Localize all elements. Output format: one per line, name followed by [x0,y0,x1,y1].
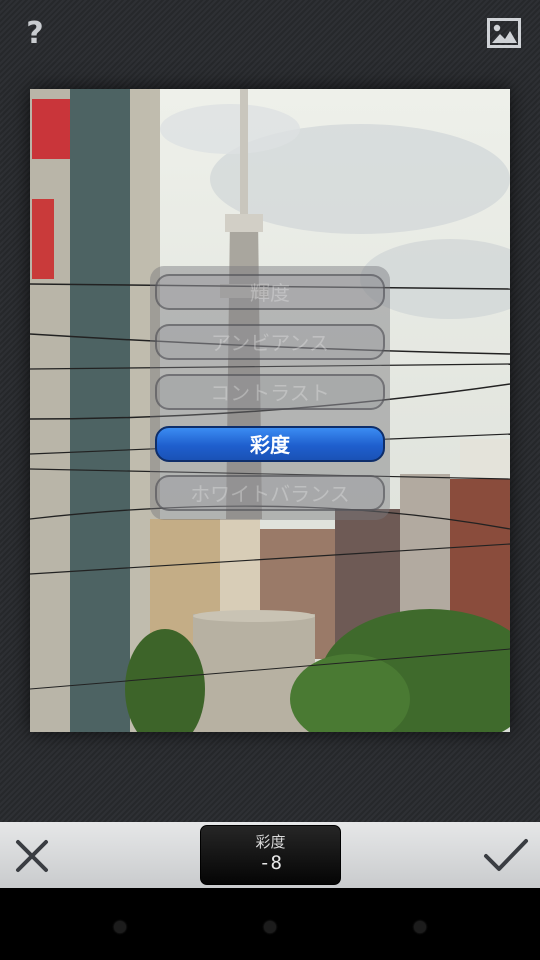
question-mark-icon[interactable]: ? [18,14,52,54]
menu-item-saturation[interactable]: 彩度 [155,426,385,462]
nav-back-dot[interactable] [114,921,126,933]
nav-recent-dot[interactable] [414,921,426,933]
adjustment-value-display[interactable]: 彩度 -8 [200,825,341,885]
menu-item-ambiance[interactable]: アンビアンス [155,324,385,360]
system-navigation-bar [0,888,540,960]
nav-home-dot[interactable] [264,921,276,933]
menu-item-contrast[interactable]: コントラスト [155,374,385,410]
adjustment-label: 彩度 [255,833,286,851]
adjustment-value: -8 [259,852,282,874]
checkmark-icon[interactable] [482,836,530,876]
menu-item-white-balance[interactable]: ホワイトバランス [155,475,385,511]
adjustment-menu: 輝度 アンビアンス コントラスト 彩度 ホワイトバランス [150,266,390,520]
image-icon[interactable] [487,18,521,48]
menu-item-brightness[interactable]: 輝度 [155,274,385,310]
close-icon[interactable] [12,836,54,876]
bottom-toolbar: 彩度 -8 [0,822,540,888]
